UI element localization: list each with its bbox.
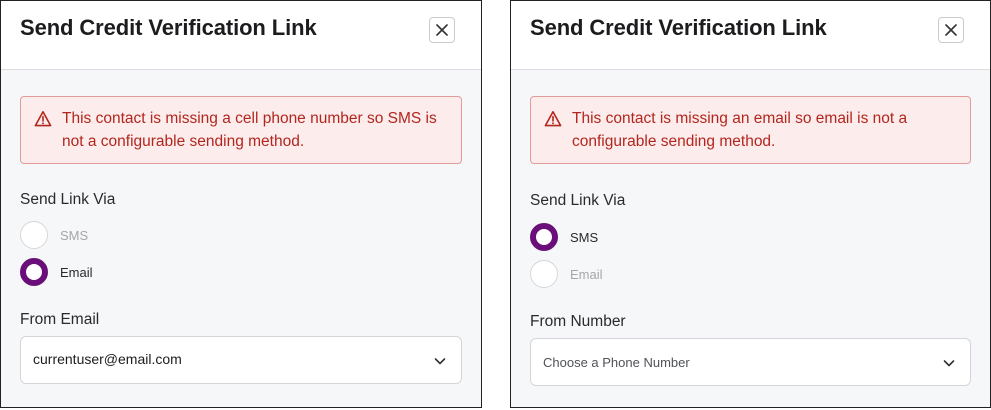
email-radio[interactable] — [20, 258, 48, 286]
email-radio-label: Email — [570, 266, 603, 282]
close-button[interactable] — [429, 17, 455, 43]
from-email-select[interactable]: currentuser@email.com — [20, 336, 462, 384]
send-link-via-label: Send Link Via — [20, 191, 116, 208]
radio-option-sms[interactable]: SMS — [530, 223, 598, 251]
radio-option-sms[interactable]: SMS — [20, 221, 88, 249]
sms-radio[interactable] — [20, 221, 48, 249]
chevron-down-icon — [943, 360, 955, 367]
radio-option-email[interactable]: Email — [530, 260, 603, 288]
alert-message: This contact is missing an email so emai… — [572, 110, 908, 150]
from-number-select[interactable]: Choose a Phone Number — [530, 338, 971, 386]
warning-icon — [544, 111, 562, 127]
modal-title: Send Credit Verification Link — [20, 15, 317, 40]
from-number-label: From Number — [530, 313, 626, 330]
sms-radio-label: SMS — [60, 227, 89, 243]
sms-radio[interactable] — [530, 223, 558, 251]
radio-option-email[interactable]: Email — [20, 258, 93, 286]
modal-email-variant: Send Credit Verification Link This conta… — [0, 0, 482, 408]
modal-header: Send Credit Verification Link — [511, 1, 990, 70]
close-icon — [945, 24, 957, 36]
from-email-label: From Email — [20, 311, 100, 328]
from-email-value: currentuser@email.com — [33, 351, 182, 367]
sms-radio-label: SMS — [570, 229, 599, 245]
from-number-placeholder: Choose a Phone Number — [543, 355, 690, 370]
email-radio[interactable] — [530, 260, 558, 288]
warning-alert: This contact is missing an email so emai… — [530, 96, 971, 164]
modal-sms-variant: Send Credit Verification Link This conta… — [510, 0, 991, 408]
warning-alert: This contact is missing a cell phone num… — [20, 96, 462, 164]
chevron-down-icon — [434, 358, 446, 365]
alert-message: This contact is missing a cell phone num… — [62, 110, 437, 150]
warning-icon — [34, 111, 52, 127]
send-link-via-label: Send Link Via — [530, 192, 626, 209]
modal-title: Send Credit Verification Link — [530, 15, 827, 40]
email-radio-label: Email — [60, 264, 93, 280]
close-button[interactable] — [938, 17, 964, 43]
modal-header: Send Credit Verification Link — [1, 1, 481, 70]
close-icon — [436, 24, 448, 36]
